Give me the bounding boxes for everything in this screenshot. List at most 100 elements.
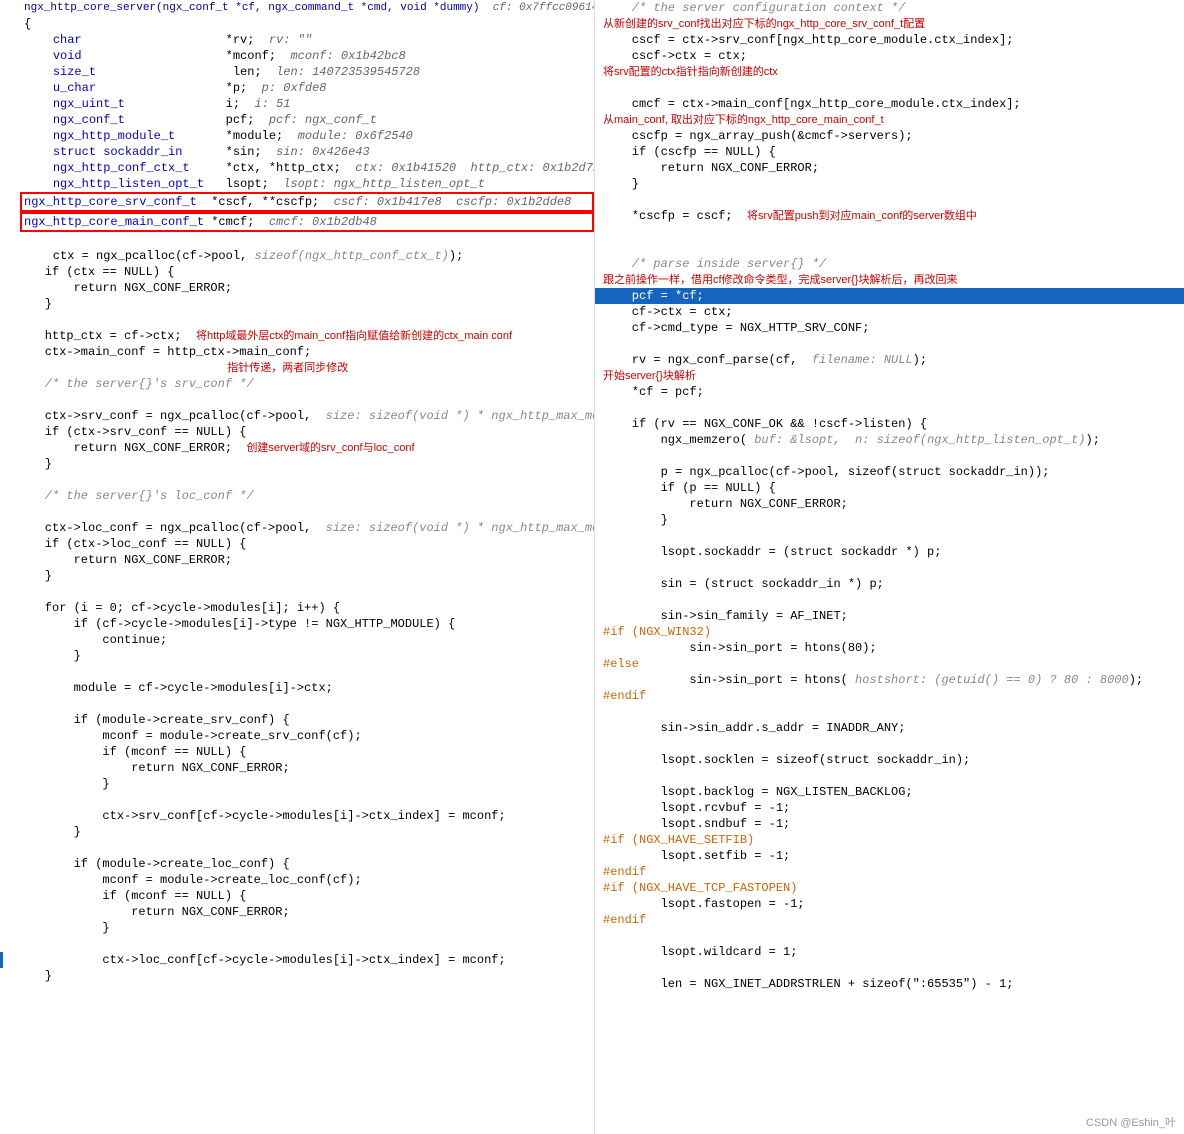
watermark: CSDN @Eshin_叶 — [1086, 1114, 1176, 1130]
code-line: if (module->create_srv_conf) { — [0, 712, 594, 728]
annotation-line: 开始server{}块解析 — [595, 368, 1184, 384]
code-line: lsopt.wildcard = 1; — [595, 944, 1184, 960]
blank-line — [0, 312, 594, 328]
code-line: ctx = ngx_pcalloc(cf->pool, sizeof(ngx_h… — [0, 248, 594, 264]
code-line: if (cscfp == NULL) { — [595, 144, 1184, 160]
blank-line — [595, 592, 1184, 608]
header-line: ngx_http_core_server(ngx_conf_t *cf, ngx… — [0, 0, 594, 16]
code-line: #if (NGX_HAVE_TCP_FASTOPEN) — [595, 880, 1184, 896]
code-line: sin->sin_addr.s_addr = INADDR_ANY; — [595, 720, 1184, 736]
code-line: /* parse inside server{} */ — [595, 256, 1184, 272]
code-line: ngx_memzero( buf: &lsopt, n: sizeof(ngx_… — [595, 432, 1184, 448]
code-line: struct sockaddr_in *sin; sin: 0x426e43 — [0, 144, 594, 160]
blank-line — [0, 504, 594, 520]
code-line: rv = ngx_conf_parse(cf, filename: NULL); — [595, 352, 1184, 368]
code-line: } — [0, 296, 594, 312]
code-line: return NGX_CONF_ERROR; — [595, 160, 1184, 176]
code-line: len = NGX_INET_ADDRSTRLEN + sizeof(":655… — [595, 976, 1184, 992]
code-line: /* the server{}'s loc_conf */ — [0, 488, 594, 504]
blank-line — [595, 448, 1184, 464]
annotation-line: 从main_conf, 取出对应下标的ngx_http_core_main_co… — [595, 112, 1184, 128]
code-line: ngx_uint_t i; i: 51 — [0, 96, 594, 112]
code-line: lsopt.setfib = -1; — [595, 848, 1184, 864]
code-line: cmcf = ctx->main_conf[ngx_http_core_modu… — [595, 96, 1184, 112]
code-line: } — [0, 776, 594, 792]
code-line: if (mconf == NULL) { — [0, 888, 594, 904]
blank-line — [0, 472, 594, 488]
left-code-area: ngx_http_core_server(ngx_conf_t *cf, ngx… — [0, 0, 594, 984]
code-line: ctx->loc_conf = ngx_pcalloc(cf->pool, si… — [0, 520, 594, 536]
code-line: cscfp = ngx_array_push(&cmcf->servers); — [595, 128, 1184, 144]
code-line: } — [595, 512, 1184, 528]
code-line: return NGX_CONF_ERROR; — [0, 760, 594, 776]
main-container: ngx_http_core_server(ngx_conf_t *cf, ngx… — [0, 0, 1184, 1134]
code-line: } — [0, 568, 594, 584]
code-line: ctx->srv_conf[cf->cycle->modules[i]->ctx… — [0, 808, 594, 824]
blank-line — [595, 528, 1184, 544]
annotation-line: 跟之前操作一样，借用cf修改命令类型，完成server{}块解析后，再改回来 — [595, 272, 1184, 288]
code-line: lsopt.sndbuf = -1; — [595, 816, 1184, 832]
code-line: lsopt.socklen = sizeof(struct sockaddr_i… — [595, 752, 1184, 768]
blank-line — [595, 192, 1184, 208]
code-line: /* the server{}'s srv_conf */ — [0, 376, 594, 392]
code-line: { — [0, 16, 594, 32]
code-line: ctx->loc_conf[cf->cycle->modules[i]->ctx… — [0, 952, 594, 968]
blank-line — [0, 232, 594, 248]
code-line: ngx_http_listen_opt_t lsopt; lsopt: ngx_… — [0, 176, 594, 192]
blank-line — [595, 560, 1184, 576]
code-line: if (ctx->loc_conf == NULL) { — [0, 536, 594, 552]
code-line: *cscfp = cscf; 将srv配置push到对应main_conf的se… — [595, 208, 1184, 224]
code-line: /* the server configuration context */ — [595, 0, 1184, 16]
code-line: cscf = ctx->srv_conf[ngx_http_core_modul… — [595, 32, 1184, 48]
right-code-panel: /* the server configuration context */ 从… — [595, 0, 1184, 1134]
code-line: return NGX_CONF_ERROR; — [0, 280, 594, 296]
blank-line — [0, 696, 594, 712]
code-line: return NGX_CONF_ERROR; — [595, 496, 1184, 512]
code-line: lsopt.backlog = NGX_LISTEN_BACKLOG; — [595, 784, 1184, 800]
code-line: u_char *p; p: 0xfde8 — [0, 80, 594, 96]
left-code-panel: ngx_http_core_server(ngx_conf_t *cf, ngx… — [0, 0, 595, 1134]
code-line: } — [0, 920, 594, 936]
code-line: if (ctx == NULL) { — [0, 264, 594, 280]
code-line: cscf->ctx = ctx; — [595, 48, 1184, 64]
code-line: if (cf->cycle->modules[i]->type != NGX_H… — [0, 616, 594, 632]
code-line: return NGX_CONF_ERROR; — [0, 904, 594, 920]
code-line: void *mconf; mconf: 0x1b42bc8 — [0, 48, 594, 64]
code-line: for (i = 0; cf->cycle->modules[i]; i++) … — [0, 600, 594, 616]
right-code-area: /* the server configuration context */ 从… — [595, 0, 1184, 992]
code-line: cf->ctx = ctx; — [595, 304, 1184, 320]
code-line: *cf = pcf; — [595, 384, 1184, 400]
code-line: #endif — [595, 912, 1184, 928]
code-line: ngx_http_conf_ctx_t *ctx, *http_ctx; ctx… — [0, 160, 594, 176]
code-line: } — [0, 968, 594, 984]
code-line: #else — [595, 656, 1184, 672]
blank-line — [595, 80, 1184, 96]
code-line: sin->sin_port = htons( hostshort: (getui… — [595, 672, 1184, 688]
blank-line — [595, 928, 1184, 944]
code-line: module = cf->cycle->modules[i]->ctx; — [0, 680, 594, 696]
code-line: ctx->srv_conf = ngx_pcalloc(cf->pool, si… — [0, 408, 594, 424]
code-line: return NGX_CONF_ERROR; — [0, 552, 594, 568]
blank-line — [0, 792, 594, 808]
annotation-line: 从新创建的srv_conf找出对应下标的ngx_http_core_srv_co… — [595, 16, 1184, 32]
code-line: if (ctx->srv_conf == NULL) { — [0, 424, 594, 440]
code-line: ngx_http_module_t *module; module: 0x6f2… — [0, 128, 594, 144]
code-line: #endif — [595, 864, 1184, 880]
code-line: if (module->create_loc_conf) { — [0, 856, 594, 872]
code-line: sin->sin_port = htons(80); — [595, 640, 1184, 656]
code-line: mconf = module->create_srv_conf(cf); — [0, 728, 594, 744]
code-line: ngx_conf_t pcf; pcf: ngx_conf_t — [0, 112, 594, 128]
code-line: if (rv == NGX_CONF_OK && !cscf->listen) … — [595, 416, 1184, 432]
blank-line — [0, 664, 594, 680]
code-line: p = ngx_pcalloc(cf->pool, sizeof(struct … — [595, 464, 1184, 480]
code-line: mconf = module->create_loc_conf(cf); — [0, 872, 594, 888]
highlighted-line: pcf = *cf; — [595, 288, 1184, 304]
blank-line — [0, 936, 594, 952]
code-line: http_ctx = cf->ctx; 将http域最外层ctx的main_co… — [0, 328, 594, 344]
blank-line — [595, 960, 1184, 976]
code-line: return NGX_CONF_ERROR; 创建server域的srv_con… — [0, 440, 594, 456]
code-line: lsopt.sockaddr = (struct sockaddr *) p; — [595, 544, 1184, 560]
blank-line — [595, 336, 1184, 352]
code-line: #if (NGX_HAVE_SETFIB) — [595, 832, 1184, 848]
blank-line: 指针传递，两者同步修改 — [0, 360, 594, 376]
